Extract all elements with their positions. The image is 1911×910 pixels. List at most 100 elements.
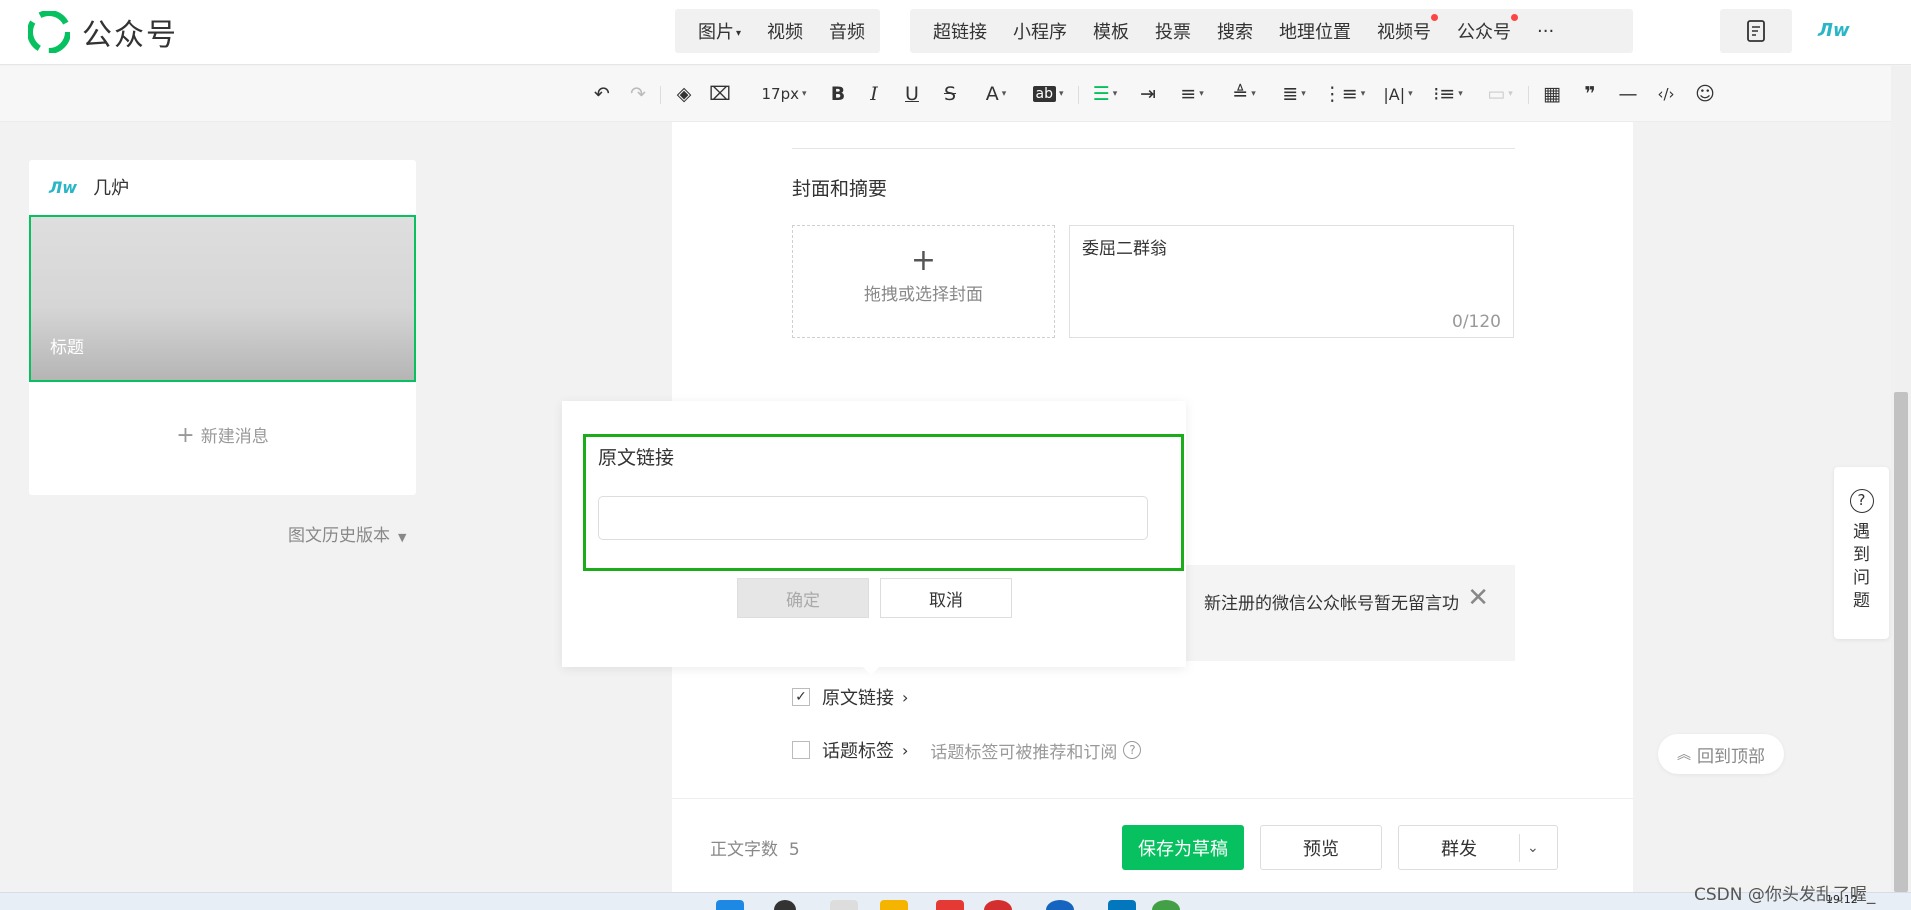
edge-icon[interactable] <box>1046 900 1074 910</box>
plus-icon: + <box>910 243 937 278</box>
save-draft-button[interactable]: 保存为草稿 <box>1122 825 1244 870</box>
vscode-icon[interactable] <box>1108 900 1136 910</box>
notice-text: 新注册的微信公众帐号暂无留言功 <box>1204 594 1459 614</box>
more-button[interactable]: ··· <box>1524 21 1567 42</box>
mass-send-button[interactable]: 群发 ⌄ <box>1398 825 1558 870</box>
chevron-down-icon: ▾ <box>736 27 742 39</box>
cover-upload-label: 拖拽或选择封面 <box>864 285 983 305</box>
summary-textarea[interactable]: 委屈二群翁 0/120 <box>1069 225 1514 338</box>
quote-icon[interactable]: ❞ <box>1578 80 1602 108</box>
background-color-icon[interactable]: ab ▾ <box>1028 80 1068 108</box>
task-view-icon[interactable] <box>830 900 858 910</box>
paragraph-spacing-icon[interactable]: ≡ ▾ <box>1174 80 1210 108</box>
summary-char-count: 0/120 <box>1452 312 1501 332</box>
clear-format-icon[interactable]: ⌧ <box>708 80 732 108</box>
nav-image[interactable]: 图片 ▾ <box>685 18 754 44</box>
indent-icon[interactable]: ⇥ <box>1136 80 1160 108</box>
app-name: 公众号 <box>82 18 178 53</box>
original-link-popover: 原文链接 确定 取消 <box>562 401 1186 667</box>
italic-icon[interactable]: I <box>862 80 886 108</box>
search-icon[interactable] <box>774 900 796 910</box>
original-link-input[interactable] <box>598 496 1148 540</box>
double-chevron-up-icon: ︽ <box>1677 747 1691 763</box>
nav-miniprogram[interactable]: 小程序 <box>1000 18 1080 44</box>
summary-text: 委屈二群翁 <box>1082 239 1167 259</box>
nav-location[interactable]: 地理位置 <box>1266 18 1364 44</box>
browser-icon[interactable] <box>984 900 1012 910</box>
chevron-down-icon[interactable]: ⌄ <box>1527 840 1539 856</box>
format-painter-icon[interactable]: ◈ <box>672 80 696 108</box>
notification-dot <box>1511 14 1518 21</box>
nav-video[interactable]: 视频 <box>754 18 816 44</box>
confirm-button[interactable]: 确定 <box>737 578 869 618</box>
article-thumbnail[interactable]: 标题 <box>29 215 416 382</box>
code-icon[interactable]: ‹/› <box>1654 80 1678 108</box>
close-icon[interactable]: ✕ <box>1467 583 1489 613</box>
nav-channels[interactable]: 视频号 <box>1364 14 1444 44</box>
document-icon <box>1747 20 1765 42</box>
wechat-icon[interactable] <box>1152 900 1180 910</box>
cover-summary-title: 封面和摘要 <box>792 178 888 200</box>
word-count: 正文字数 5 <box>710 840 800 860</box>
underline-icon[interactable]: U <box>900 80 924 108</box>
original-link-option[interactable]: ✓ 原文链接 › <box>792 684 908 710</box>
media-nav: 图片 ▾ 视频 音频 <box>675 9 880 53</box>
page-scrollbar[interactable] <box>1891 66 1911 892</box>
help-icon[interactable]: ? <box>1123 741 1142 759</box>
article-title: 标题 <box>50 338 84 358</box>
nav-template[interactable]: 模板 <box>1080 18 1142 44</box>
nav-hyperlink[interactable]: 超链接 <box>920 18 1000 44</box>
bullet-list-icon[interactable]: ⁝≡ ▾ <box>1430 80 1466 108</box>
undo-icon[interactable]: ↶ <box>590 80 614 108</box>
split-divider <box>1519 834 1520 862</box>
topic-tag-option[interactable]: 话题标签 › 话题标签可被推荐和订阅 ? <box>792 737 1142 763</box>
section-divider <box>792 148 1515 149</box>
editor-toolbar: ↶ ↷ ◈ ⌧ 17px ▾ B I U S A ▾ ab ▾ ☰ ▾ ⇥ ≡ ▾ ≜ ▾ … <box>0 66 1911 122</box>
nav-official-account[interactable]: 公众号 <box>1444 14 1524 44</box>
document-button[interactable] <box>1720 9 1792 53</box>
redo-icon[interactable]: ↷ <box>626 80 650 108</box>
line-height-icon[interactable]: ≜ ▾ <box>1226 80 1262 108</box>
bottom-action-bar: 正文字数 5 保存为草稿 预览 群发 ⌄ <box>672 798 1633 892</box>
start-icon[interactable] <box>716 900 744 910</box>
font-color-icon[interactable]: A ▾ <box>978 80 1014 108</box>
nav-search[interactable]: 搜索 <box>1204 18 1266 44</box>
account-logo: Лw <box>49 177 78 197</box>
letter-spacing-icon[interactable]: ≣ ▾ <box>1276 80 1312 108</box>
strikethrough-icon[interactable]: S <box>938 80 962 108</box>
chevron-right-icon: › <box>902 687 909 707</box>
bold-icon[interactable]: B <box>826 80 850 108</box>
topic-tag-label: 话题标签 <box>822 741 894 762</box>
cancel-button[interactable]: 取消 <box>880 578 1012 618</box>
help-widget[interactable]: ? 遇到问题 <box>1834 467 1889 639</box>
insert-nav: 超链接 小程序 模板 投票 搜索 地理位置 视频号 公众号 ··· <box>910 9 1633 53</box>
original-link-popover-label: 原文链接 <box>598 447 675 469</box>
align-icon[interactable]: ☰ ▾ <box>1088 80 1122 108</box>
cover-upload[interactable]: + 拖拽或选择封面 <box>792 225 1055 338</box>
history-version-dropdown[interactable]: 图文历史版本 ▼ <box>288 521 406 546</box>
text-direction-icon[interactable]: |A| ▾ <box>1380 80 1416 108</box>
toolbar-divider <box>1078 86 1079 104</box>
table-icon[interactable]: ▦ <box>1540 80 1564 108</box>
original-link-checkbox[interactable]: ✓ <box>792 688 810 706</box>
disabled-format-icon: ▭ ▾ <box>1487 83 1513 105</box>
chevron-right-icon: › <box>902 740 909 760</box>
app-icon[interactable] <box>936 900 964 910</box>
notification-dot <box>1431 14 1438 21</box>
emoji-icon[interactable]: ☺ <box>1692 80 1718 108</box>
preview-button[interactable]: 预览 <box>1260 825 1382 870</box>
nav-vote[interactable]: 投票 <box>1142 18 1204 44</box>
file-explorer-icon[interactable] <box>880 900 908 910</box>
list-indent-icon[interactable]: ⋮≡ ▾ <box>1323 80 1365 108</box>
scrollbar-thumb[interactable] <box>1894 392 1908 892</box>
topic-tag-hint: 话题标签可被推荐和订阅 <box>930 742 1118 763</box>
font-size-select[interactable]: 17px ▾ <box>754 80 814 108</box>
new-message-button[interactable]: + 新建消息 <box>29 422 416 448</box>
app-logo[interactable]: 公众号 <box>28 10 178 54</box>
divider-icon[interactable]: — <box>1616 80 1640 108</box>
account-avatar[interactable]: Лw <box>1818 20 1850 41</box>
csdn-watermark: CSDN @你头发乱了喔_ <box>1694 885 1876 905</box>
topic-tag-checkbox[interactable] <box>792 741 810 759</box>
back-to-top-button[interactable]: ︽ 回到顶部 <box>1658 734 1784 774</box>
nav-audio[interactable]: 音频 <box>816 18 878 44</box>
